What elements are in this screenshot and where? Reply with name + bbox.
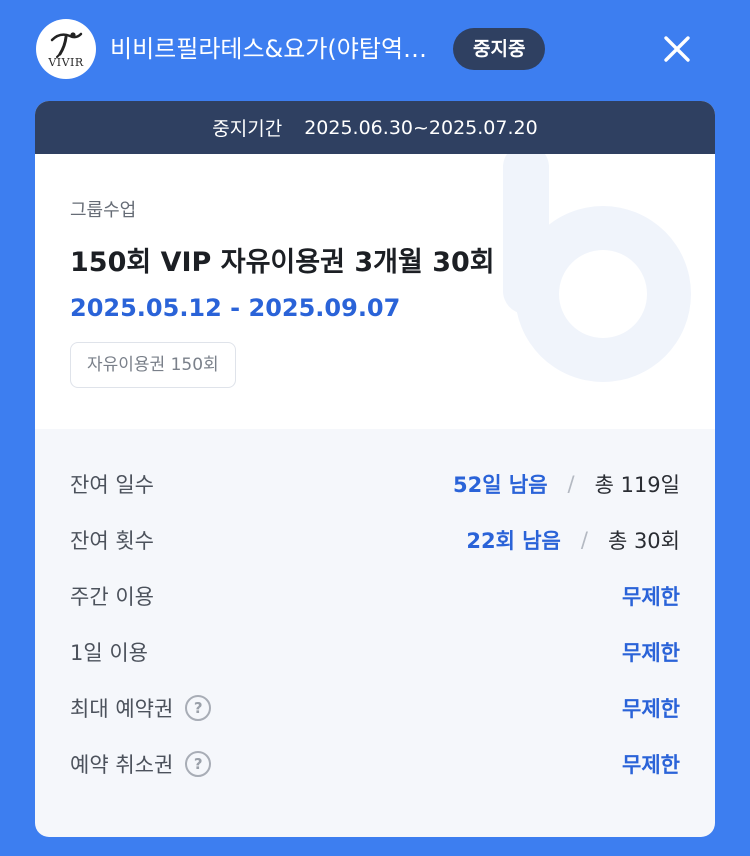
close-button[interactable] xyxy=(656,28,698,70)
row-label: 주간 이용 xyxy=(70,585,154,609)
row-value: 52일 남음 / 총 119일 xyxy=(453,469,680,499)
row-remaining-sessions: 잔여 횟수 22회 남음 / 총 30회 xyxy=(35,512,715,568)
pause-period-bar: 중지기간 2025.06.30~2025.07.20 xyxy=(35,101,715,154)
pause-period-dates: 2025.06.30~2025.07.20 xyxy=(304,116,538,139)
row-value: 무제한 xyxy=(622,693,680,723)
value-separator: / xyxy=(580,528,588,552)
row-label: 1일 이용 xyxy=(70,641,148,665)
total-days-value: 총 119일 xyxy=(594,473,680,497)
header: VIVIR 비비르필라테스&요가(야탑역점... 중지중 xyxy=(0,0,750,100)
row-max-reservations: 최대 예약권 ? 무제한 xyxy=(35,680,715,736)
usage-details: 잔여 일수 52일 남음 / 총 119일 잔여 횟수 22회 남음 / 총 3… xyxy=(35,429,715,792)
studio-name: 비비르필라테스&요가(야탑역점... xyxy=(110,35,442,63)
pass-title: 150회 VIP 자유이용권 3개월 30회 xyxy=(70,247,495,278)
daily-usage-value: 무제한 xyxy=(622,641,680,665)
total-sessions-value: 총 30회 xyxy=(607,529,680,553)
pass-date-range: 2025.05.12 - 2025.09.07 xyxy=(70,294,401,322)
row-value: 22회 남음 / 총 30회 xyxy=(466,525,680,555)
row-label: 잔여 일수 xyxy=(70,473,154,497)
help-icon[interactable]: ? xyxy=(185,695,212,721)
studio-logo: VIVIR xyxy=(36,19,96,79)
row-value: 무제한 xyxy=(622,749,680,779)
close-icon[interactable] xyxy=(663,35,691,63)
max-reservations-label: 최대 예약권 xyxy=(70,697,174,721)
watermark-logo-icon xyxy=(503,154,691,382)
max-reservations-value: 무제한 xyxy=(622,697,680,721)
help-icon[interactable]: ? xyxy=(185,751,212,777)
membership-card: 중지기간 2025.06.30~2025.07.20 그룹수업 150회 VIP… xyxy=(35,101,715,837)
pass-summary: 그룹수업 150회 VIP 자유이용권 3개월 30회 2025.05.12 -… xyxy=(35,154,715,429)
remaining-days-value: 52일 남음 xyxy=(453,473,548,497)
row-label: 예약 취소권 ? xyxy=(70,749,212,779)
row-value: 무제한 xyxy=(622,637,680,667)
row-label: 잔여 횟수 xyxy=(70,529,154,553)
weekly-usage-value: 무제한 xyxy=(622,585,680,609)
pause-period-label: 중지기간 xyxy=(212,118,283,140)
pass-category: 그룹수업 xyxy=(70,200,137,221)
status-badge: 중지중 xyxy=(453,28,546,70)
cancel-passes-label: 예약 취소권 xyxy=(70,753,174,777)
row-label: 최대 예약권 ? xyxy=(70,693,212,723)
row-daily-usage: 1일 이용 무제한 xyxy=(35,624,715,680)
pass-tag: 자유이용권 150회 xyxy=(70,342,236,388)
row-value: 무제한 xyxy=(622,581,680,611)
value-separator: / xyxy=(567,472,575,496)
row-weekly-usage: 주간 이용 무제한 xyxy=(35,568,715,624)
row-remaining-days: 잔여 일수 52일 남음 / 총 119일 xyxy=(35,456,715,512)
logo-text: VIVIR xyxy=(48,55,84,69)
cancel-passes-value: 무제한 xyxy=(622,753,680,777)
yoga-pose-icon xyxy=(50,31,83,58)
remaining-sessions-value: 22회 남음 xyxy=(466,529,561,553)
row-cancel-passes: 예약 취소권 ? 무제한 xyxy=(35,736,715,792)
